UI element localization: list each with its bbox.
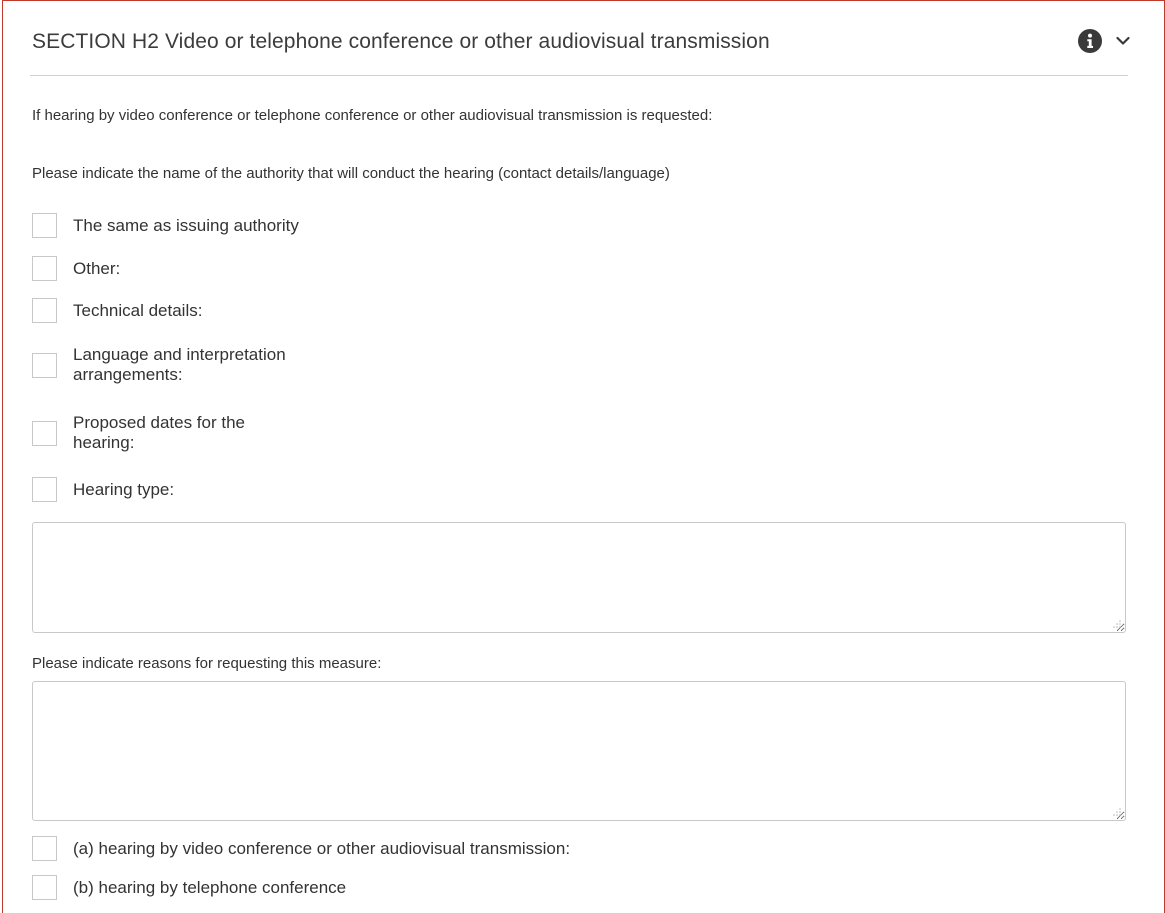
checkbox-row-telephone-conference[interactable]: (b) hearing by telephone conference <box>32 875 346 900</box>
checkbox-label: Proposed dates for the hearing: <box>73 413 246 452</box>
checkbox-label: (b) hearing by telephone conference <box>73 877 347 897</box>
checkbox-row-video-conference[interactable]: (a) hearing by video conference or other… <box>32 836 570 861</box>
checkbox-row-other[interactable]: Other: <box>32 256 120 281</box>
checkbox-row-hearing-type[interactable]: Hearing type: <box>32 477 174 502</box>
reasons-label: Please indicate reasons for requesting t… <box>32 655 382 672</box>
section-header[interactable]: SECTION H2 Video or telephone conference… <box>30 1 1130 76</box>
checkbox-label: Language and interpretation arrangements… <box>73 345 286 384</box>
section-h2-panel: SECTION H2 Video or telephone conference… <box>2 0 1165 913</box>
section-title: SECTION H2 Video or telephone conference… <box>32 30 770 53</box>
checkbox[interactable] <box>32 836 57 861</box>
intro-text: If hearing by video conference or teleph… <box>32 107 713 124</box>
checkbox[interactable] <box>32 213 57 238</box>
authority-prompt: Please indicate the name of the authorit… <box>32 165 670 182</box>
checkbox[interactable] <box>32 256 57 281</box>
chevron-down-icon[interactable] <box>1116 35 1130 47</box>
details-textarea[interactable] <box>32 522 1126 633</box>
checkbox-row-technical-details[interactable]: Technical details: <box>32 298 202 323</box>
checkbox-label: The same as issuing authority <box>73 215 299 235</box>
checkbox[interactable] <box>32 352 57 378</box>
checkbox-row-proposed-dates[interactable]: Proposed dates for the hearing: <box>32 413 303 453</box>
checkbox-label: Technical details: <box>73 300 203 320</box>
checkbox-row-language[interactable]: Language and interpretation arrangements… <box>32 345 363 385</box>
info-icon[interactable] <box>1078 29 1102 53</box>
checkbox-label: Other: <box>73 258 121 278</box>
checkbox[interactable] <box>32 477 57 502</box>
checkbox-label: (a) hearing by video conference or other… <box>73 838 571 858</box>
checkbox[interactable] <box>32 298 57 323</box>
reasons-textarea[interactable] <box>32 681 1126 821</box>
checkbox-label: Hearing type: <box>73 479 175 499</box>
checkbox[interactable] <box>32 875 57 900</box>
checkbox-row-same-as-issuing[interactable]: The same as issuing authority <box>32 213 299 238</box>
checkbox[interactable] <box>32 420 57 446</box>
